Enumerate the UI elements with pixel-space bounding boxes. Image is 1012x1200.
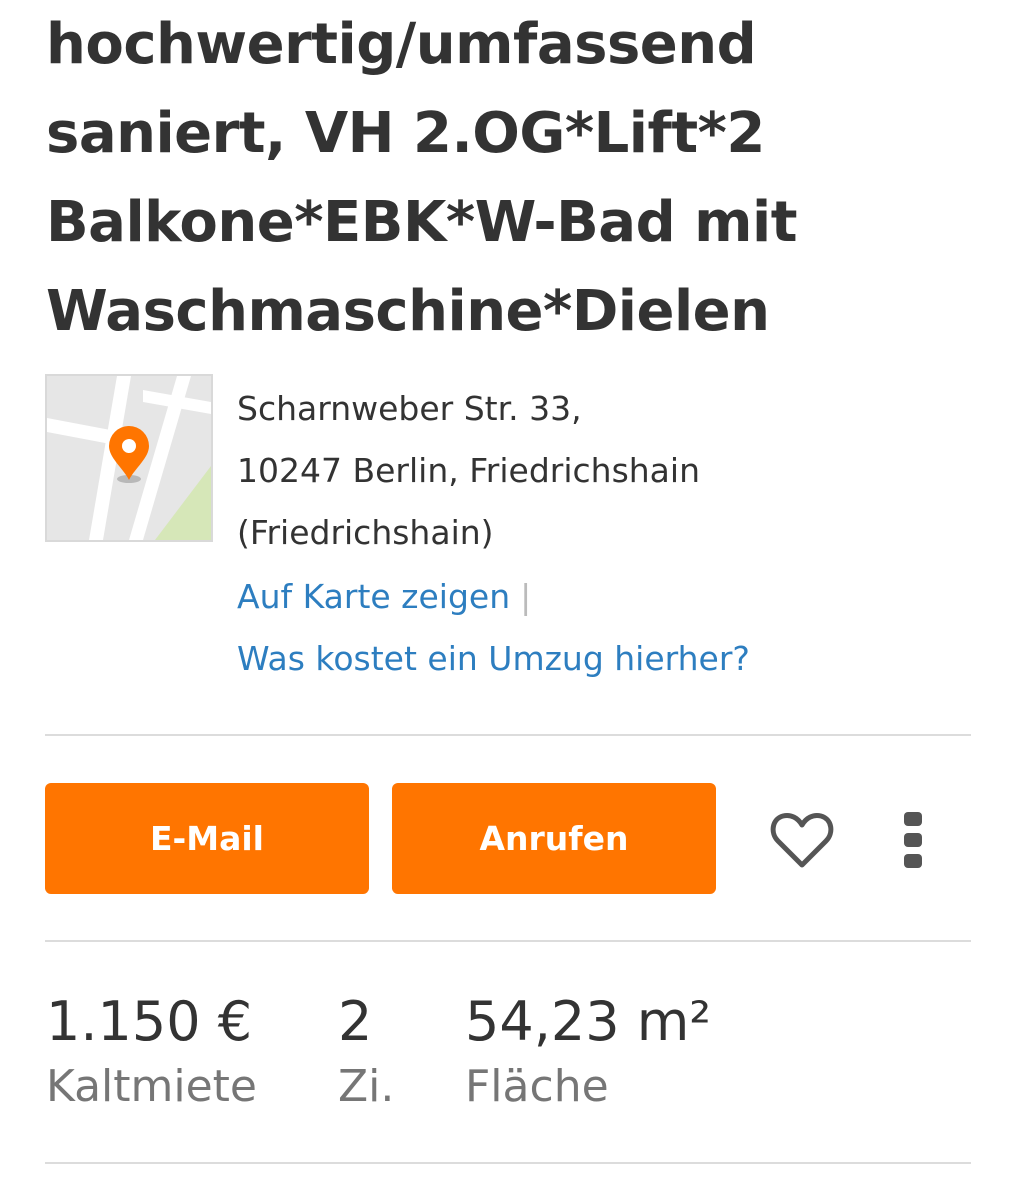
rent-value: 1.150 €	[46, 990, 253, 1053]
location-links: Auf Karte zeigen | Was kostet ein Umzug h…	[237, 566, 750, 690]
link-separator: |	[520, 577, 532, 616]
address: Scharnweber Str. 33, 10247 Berlin, Fried…	[237, 378, 700, 564]
listing-title: hochwertig/umfassend saniert, VH 2.OG*Li…	[46, 0, 986, 356]
map-thumbnail[interactable]	[45, 374, 213, 542]
email-button[interactable]: E-Mail	[45, 783, 369, 894]
heart-icon[interactable]	[770, 812, 834, 870]
fact-rooms: 2 Zi.	[338, 990, 394, 1120]
area-label: Fläche	[465, 1061, 609, 1112]
title-line: Balkone*EBK*W-Bad mit	[46, 190, 798, 255]
divider	[45, 1162, 971, 1164]
show-on-map-link[interactable]: Auf Karte zeigen	[237, 577, 510, 616]
fact-area: 54,23 m² Fläche	[465, 990, 711, 1120]
map-graphic	[47, 376, 211, 540]
title-line: saniert, VH 2.OG*Lift*2	[46, 101, 765, 166]
divider	[45, 734, 971, 736]
address-district: (Friedrichshain)	[237, 513, 494, 552]
rent-label: Kaltmiete	[46, 1061, 257, 1112]
title-line: Waschmaschine*Dielen	[46, 279, 770, 344]
rooms-value: 2	[338, 990, 373, 1053]
title-line: hochwertig/umfassend	[46, 12, 757, 77]
area-value: 54,23 m²	[465, 990, 712, 1053]
call-button[interactable]: Anrufen	[392, 783, 716, 894]
more-vertical-icon[interactable]	[896, 810, 930, 870]
fact-rent: 1.150 € Kaltmiete	[46, 990, 257, 1120]
moving-cost-link[interactable]: Was kostet ein Umzug hierher?	[237, 639, 750, 678]
divider	[45, 940, 971, 942]
address-city: 10247 Berlin, Friedrichshain	[237, 451, 700, 490]
address-street: Scharnweber Str. 33,	[237, 389, 582, 428]
rooms-label: Zi.	[338, 1061, 395, 1112]
